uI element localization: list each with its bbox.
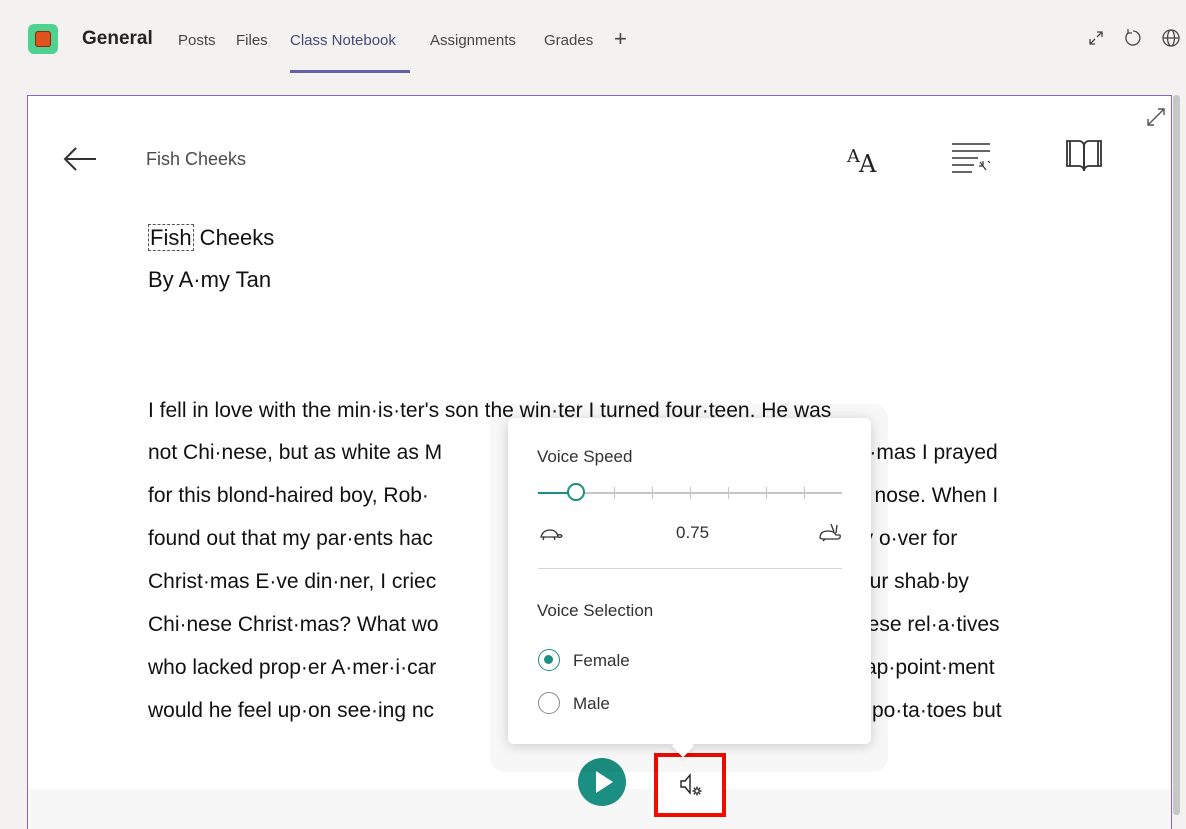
- tab-grades[interactable]: Grades: [544, 32, 593, 49]
- tab-files[interactable]: Files: [236, 32, 268, 49]
- female-radio[interactable]: [538, 649, 560, 671]
- voice-selection-label: Voice Selection: [537, 601, 654, 620]
- turtle-icon: [540, 529, 563, 541]
- channel-name: General: [82, 28, 153, 49]
- text-line: Chi·nese Christ·mas? What wo: [148, 613, 439, 636]
- male-radio[interactable]: [538, 692, 560, 714]
- tab-class-notebook[interactable]: Class Notebook: [290, 32, 396, 49]
- reading-preferences-icon[interactable]: [1064, 138, 1104, 174]
- reader-header-title: Fish Cheeks: [146, 149, 247, 169]
- voice-speed-slider-thumb[interactable]: [567, 483, 585, 501]
- slider-tick: [766, 487, 767, 499]
- speaker-gear-icon: [680, 773, 702, 796]
- text-line: would he feel up·on see·ing nc: [148, 699, 435, 722]
- slider-tick: [728, 487, 729, 499]
- tab-assignments[interactable]: Assignments: [430, 32, 516, 49]
- globe-icon[interactable]: [1161, 28, 1181, 48]
- text-line: not Chi·nese, but as white as M: [148, 441, 443, 464]
- add-tab-button[interactable]: +: [614, 26, 627, 52]
- scrollbar[interactable]: [1173, 95, 1180, 815]
- grammar-options-icon[interactable]: [950, 140, 994, 176]
- text-line: for this blond-haired boy, Rob·: [148, 484, 429, 507]
- document-title: Fish Cheeks: [148, 224, 275, 251]
- back-arrow-icon[interactable]: [62, 145, 98, 173]
- slider-tick: [804, 487, 805, 499]
- slider-tick: [614, 487, 615, 499]
- focused-word[interactable]: Fish: [148, 224, 194, 251]
- svg-text:A: A: [858, 150, 877, 176]
- voice-speed-label: Voice Speed: [537, 447, 633, 466]
- tab-posts[interactable]: Posts: [178, 32, 216, 49]
- refresh-icon[interactable]: [1123, 28, 1143, 48]
- team-icon[interactable]: [28, 24, 58, 54]
- text-line-fragment: po·ta·toes but: [872, 699, 1002, 722]
- expand-icon[interactable]: [1145, 106, 1167, 128]
- text-line: found out that my par·ents hac: [148, 527, 433, 550]
- slider-tick: [690, 487, 691, 499]
- text-line: who lacked prop·er A·mer·i·car: [148, 656, 437, 679]
- rabbit-icon: [819, 523, 841, 542]
- voice-speed-value: 0.75: [676, 523, 710, 542]
- divider: [538, 568, 842, 569]
- document-author: By A·my Tan: [148, 267, 272, 292]
- slider-tick: [652, 487, 653, 499]
- top-bar: General Posts Files Class Notebook Assig…: [0, 0, 1186, 75]
- text-line: Christ·mas E·ve din·ner, I criec: [148, 570, 437, 593]
- text-size-icon[interactable]: A A: [845, 140, 885, 176]
- expand-icon[interactable]: [1086, 28, 1106, 48]
- male-radio-label[interactable]: Male: [573, 694, 610, 714]
- female-radio-label[interactable]: Female: [573, 651, 630, 671]
- active-tab-indicator: [290, 70, 410, 73]
